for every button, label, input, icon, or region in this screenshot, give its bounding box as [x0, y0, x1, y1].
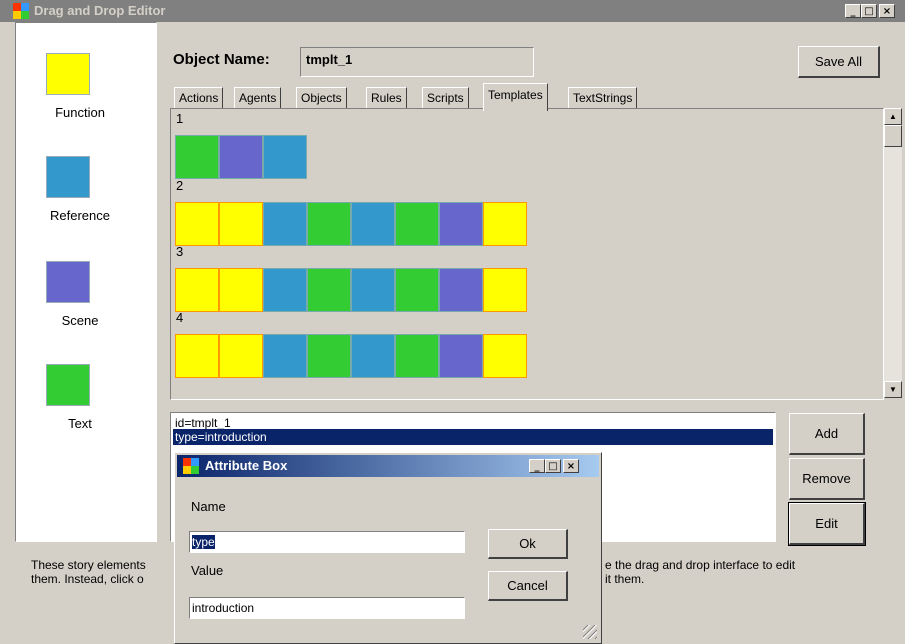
- tab-textstrings[interactable]: TextStrings: [568, 87, 638, 109]
- palette-label-scene: Scene: [61, 313, 99, 328]
- tab-agents[interactable]: Agents: [234, 87, 282, 109]
- object-name-value: tmplt_1: [306, 52, 353, 67]
- scroll-down-button[interactable]: ▼: [884, 381, 902, 398]
- tab-rules[interactable]: Rules: [366, 87, 407, 109]
- edit-button[interactable]: Edit: [788, 502, 866, 546]
- name-field[interactable]: type: [189, 531, 465, 553]
- template-block-reference[interactable]: [263, 268, 307, 312]
- template-block-scene[interactable]: [439, 202, 483, 246]
- dialog-minimize-button[interactable]: _: [529, 459, 545, 473]
- template-block-function[interactable]: [219, 268, 263, 312]
- template-block-text[interactable]: [395, 202, 439, 246]
- close-button[interactable]: ×: [879, 4, 895, 18]
- template-block-function[interactable]: [483, 202, 527, 246]
- resize-grip-icon[interactable]: [583, 625, 597, 639]
- template-block-reference[interactable]: [263, 135, 307, 179]
- palette-label-text: Text: [68, 416, 92, 431]
- dialog-title-bar[interactable]: Attribute Box _ □ ×: [177, 455, 599, 477]
- template-block-function[interactable]: [219, 334, 263, 378]
- maximize-button[interactable]: □: [861, 4, 877, 18]
- object-name-label: Object Name:: [173, 51, 270, 68]
- palette-swatch-function[interactable]: [46, 53, 90, 95]
- template-block-function[interactable]: [175, 268, 219, 312]
- palette-swatch-scene[interactable]: [46, 261, 90, 303]
- add-button[interactable]: Add: [789, 413, 865, 455]
- palette-label-reference: Reference: [50, 208, 110, 223]
- template-block-text[interactable]: [307, 268, 351, 312]
- attribute-box-dialog: Attribute Box _ □ × Name type Value intr…: [174, 452, 602, 644]
- editor-window: Drag and Drop Editor _ □ × Function Refer…: [0, 0, 905, 644]
- attribute-item[interactable]: type=introduction: [173, 429, 773, 445]
- template-block-reference[interactable]: [351, 202, 395, 246]
- dialog-title: Attribute Box: [205, 458, 288, 473]
- template-row-label: 4: [176, 310, 184, 325]
- template-block-function[interactable]: [175, 334, 219, 378]
- name-field-value: type: [192, 535, 215, 549]
- template-row-label: 3: [176, 244, 184, 259]
- tab-objects[interactable]: Objects: [296, 87, 347, 109]
- template-canvas[interactable]: 1 2 3 4: [170, 108, 884, 400]
- template-row-label: 2: [176, 178, 184, 193]
- value-label: Value: [191, 563, 224, 578]
- template-block-reference[interactable]: [351, 268, 395, 312]
- dialog-app-icon: [183, 458, 199, 474]
- app-icon: [13, 3, 29, 19]
- cancel-button[interactable]: Cancel: [488, 571, 568, 601]
- template-block-text[interactable]: [307, 334, 351, 378]
- dialog-maximize-button[interactable]: □: [545, 459, 561, 473]
- template-block-function[interactable]: [483, 334, 527, 378]
- element-palette: Function Reference Scene Text: [15, 22, 157, 542]
- template-block-text[interactable]: [395, 268, 439, 312]
- info-text-left-2: them. Instead, click o: [31, 572, 144, 586]
- object-name-field[interactable]: tmplt_1: [300, 47, 534, 77]
- save-all-button[interactable]: Save All: [798, 46, 880, 78]
- vertical-scrollbar[interactable]: ▲ ▼: [884, 108, 902, 398]
- template-block-function[interactable]: [175, 202, 219, 246]
- template-block-text[interactable]: [395, 334, 439, 378]
- ok-button[interactable]: Ok: [488, 529, 568, 559]
- template-block-scene[interactable]: [439, 268, 483, 312]
- template-block-reference[interactable]: [263, 334, 307, 378]
- info-text-right-2: it them.: [605, 572, 645, 586]
- palette-label-function: Function: [55, 105, 105, 120]
- template-block-reference[interactable]: [351, 334, 395, 378]
- template-row-label: 1: [176, 111, 184, 126]
- remove-button[interactable]: Remove: [789, 458, 865, 500]
- scroll-thumb[interactable]: [884, 125, 902, 147]
- dialog-close-button[interactable]: ×: [563, 459, 579, 473]
- name-label: Name: [191, 499, 226, 514]
- palette-swatch-reference[interactable]: [46, 156, 90, 198]
- window-title: Drag and Drop Editor: [34, 3, 166, 18]
- info-text-left-1: These story elements: [31, 558, 146, 572]
- minimize-button[interactable]: _: [845, 4, 861, 18]
- template-block-function[interactable]: [219, 202, 263, 246]
- scroll-up-button[interactable]: ▲: [884, 108, 902, 125]
- template-block-scene[interactable]: [219, 135, 263, 179]
- template-block-text[interactable]: [175, 135, 219, 179]
- value-field-value: introduction: [192, 601, 255, 615]
- template-block-reference[interactable]: [263, 202, 307, 246]
- palette-swatch-text[interactable]: [46, 364, 90, 406]
- tab-scripts[interactable]: Scripts: [422, 87, 469, 109]
- template-block-text[interactable]: [307, 202, 351, 246]
- info-text-right-1: e the drag and drop interface to edit: [605, 558, 796, 572]
- value-field[interactable]: introduction: [189, 597, 465, 619]
- tab-actions[interactable]: Actions: [174, 87, 224, 109]
- template-block-function[interactable]: [483, 268, 527, 312]
- template-block-scene[interactable]: [439, 334, 483, 378]
- title-bar[interactable]: Drag and Drop Editor _ □ ×: [0, 0, 905, 22]
- tab-templates[interactable]: Templates: [483, 83, 548, 111]
